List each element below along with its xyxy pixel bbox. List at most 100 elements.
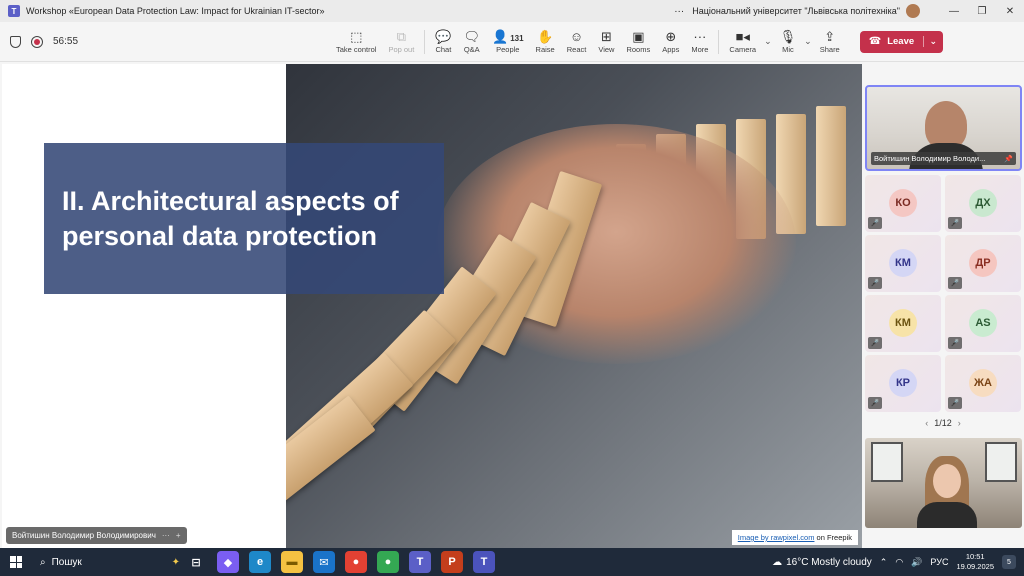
task-view-icon[interactable]: ⊟: [185, 551, 207, 573]
more-button[interactable]: ··· More: [685, 22, 714, 62]
edge-icon[interactable]: e: [249, 551, 271, 573]
teams-icon[interactable]: T: [409, 551, 431, 573]
presenter-add-icon[interactable]: +: [176, 531, 181, 540]
mail-icon[interactable]: ✉: [313, 551, 335, 573]
presenter-name-tag[interactable]: Войтишин Володимир Володимирович ··· +: [6, 527, 187, 544]
clock[interactable]: 10:51 19.09.2025: [956, 552, 994, 572]
react-button[interactable]: ☺ React: [561, 22, 593, 62]
grid-icon: ⊞: [600, 29, 612, 44]
people-icon: 👤 131: [492, 29, 524, 44]
presenter-more-icon[interactable]: ···: [162, 531, 170, 540]
mic-muted-icon: 🎤: [868, 397, 882, 409]
credit-link[interactable]: Image by rawpixel.com: [738, 533, 815, 542]
file-explorer-icon[interactable]: ▬: [281, 551, 303, 573]
chrome-icon[interactable]: ●: [345, 551, 367, 573]
more-options-icon[interactable]: ···: [674, 6, 684, 17]
powerpoint-icon[interactable]: P: [441, 551, 463, 573]
presenter-name: Войтишин Володимир Володимирович: [12, 531, 156, 540]
windows-taskbar: ⌕ Пошук ✦ ⊟ ◆ e ▬ ✉ ● ● T P T ☁ 16°C Mos…: [0, 548, 1024, 576]
chat-icon: 💬: [435, 29, 452, 44]
weather-widget[interactable]: ☁ 16°C Mostly cloudy: [772, 557, 872, 568]
participant-tile[interactable]: КМ 🎤: [865, 295, 941, 352]
people-button[interactable]: 👤 131 People: [486, 22, 530, 62]
slide-title: II. Architectural aspects of personal da…: [62, 185, 399, 251]
leave-button[interactable]: ☎ Leave ⌄: [859, 30, 943, 53]
system-tray: ☁ 16°C Mostly cloudy ⌃ ◠ 🔊 РУС 10:51 19.…: [772, 552, 1024, 572]
search-icon: ⌕: [40, 556, 46, 568]
chrome-profile-icon[interactable]: ●: [377, 551, 399, 573]
active-speaker-video[interactable]: Войтишин Володимир Володи... 📌: [865, 85, 1022, 171]
standing-domino: [816, 106, 846, 226]
speaker-name-tag: Войтишин Володимир Володи... 📌: [871, 152, 1016, 165]
raise-hand-button[interactable]: ✋ Raise: [530, 22, 561, 62]
clock-date: 19.09.2025: [956, 562, 994, 571]
chat-button[interactable]: 💬 Chat: [429, 22, 457, 62]
more-label: More: [691, 45, 709, 54]
raise-label: Raise: [535, 45, 555, 54]
take-control-button[interactable]: ⬚ Take control: [330, 22, 382, 62]
tray-chevron-icon[interactable]: ⌃: [880, 557, 888, 568]
participant-video[interactable]: [865, 438, 1022, 528]
windows-start-icon[interactable]: [10, 556, 22, 568]
mic-options-chevron-icon[interactable]: ⌄: [804, 36, 812, 47]
weather-text: 16°C Mostly cloudy: [786, 556, 872, 568]
participant-tile[interactable]: AS 🎤: [945, 295, 1021, 352]
teams-meeting-icon[interactable]: T: [473, 551, 495, 573]
speaker-head: [925, 101, 967, 149]
notifications-badge[interactable]: 5: [1002, 555, 1016, 569]
language-indicator[interactable]: РУС: [930, 557, 948, 567]
participant-tile[interactable]: КР 🎤: [865, 355, 941, 412]
toolbar-divider: [718, 29, 720, 54]
share-icon: ⇪: [824, 29, 836, 44]
participant-tile[interactable]: ЖА 🎤: [945, 355, 1021, 412]
mic-muted-icon: 🎤: [948, 277, 962, 289]
participant-tile[interactable]: ДР 🎤: [945, 235, 1021, 292]
teams-app-icon: T: [8, 5, 20, 17]
qa-button[interactable]: 🗨 Q&A: [457, 22, 486, 62]
smile-icon: ☺: [569, 29, 584, 44]
wifi-icon[interactable]: ◠: [895, 557, 903, 568]
search-label: Пошук: [51, 556, 82, 568]
organization-name[interactable]: Національний університет "Львівська полі…: [692, 6, 900, 16]
copilot-icon[interactable]: ◆: [217, 551, 239, 573]
mic-muted-icon: 🎤: [868, 337, 882, 349]
view-button[interactable]: ⊞ View: [592, 22, 620, 62]
presentation-slide: Image by rawpixel.com on Freepik II. Arc…: [2, 64, 862, 548]
pop-out-button[interactable]: ⧉ Pop out: [382, 22, 420, 62]
clock-time: 10:51: [965, 552, 985, 561]
taskbar-search[interactable]: ⌕ Пошук ✦: [40, 557, 180, 568]
camera-options-chevron-icon[interactable]: ⌄: [764, 36, 772, 47]
pager-label: 1/12: [934, 418, 952, 428]
leave-options-chevron-icon[interactable]: ⌄: [922, 36, 943, 47]
pin-icon[interactable]: 📌: [1004, 155, 1013, 163]
participant-tile[interactable]: КМ 🎤: [865, 235, 941, 292]
ellipsis-icon: ···: [693, 29, 707, 44]
pager-next-icon[interactable]: ›: [958, 418, 961, 428]
shield-icon[interactable]: [10, 35, 21, 48]
camera-button[interactable]: ■◂ Camera: [723, 22, 762, 62]
background-window: [871, 442, 903, 482]
volume-icon[interactable]: 🔊: [911, 557, 922, 568]
account-avatar[interactable]: [906, 4, 920, 18]
participant-avatar: ДХ: [969, 189, 997, 217]
view-label: View: [598, 45, 615, 54]
pop-out-icon: ⧉: [396, 29, 407, 44]
pager-prev-icon[interactable]: ‹: [925, 418, 928, 428]
mic-button[interactable]: 🎙 Mic: [774, 22, 803, 62]
rooms-button[interactable]: ▣ Rooms: [620, 22, 656, 62]
copilot-sparkle-icon: ✦: [171, 556, 180, 568]
mic-muted-icon: 🎤: [868, 277, 882, 289]
leave-label: Leave: [887, 36, 915, 47]
restore-button[interactable]: ❐: [968, 6, 996, 17]
rooms-label: Rooms: [626, 45, 651, 54]
mic-muted-icon: 🎤: [948, 337, 962, 349]
participant-avatar: КР: [889, 369, 917, 397]
participant-avatar: ДР: [969, 249, 997, 277]
share-button[interactable]: ⇪ Share: [814, 22, 846, 62]
minimize-button[interactable]: —: [940, 6, 968, 17]
close-button[interactable]: ✕: [996, 6, 1024, 17]
participant-tile[interactable]: КО 🎤: [865, 175, 941, 232]
participant-tile[interactable]: ДХ 🎤: [945, 175, 1021, 232]
apps-button[interactable]: ⊕ Apps: [656, 22, 685, 62]
mic-label: Mic: [782, 45, 794, 54]
